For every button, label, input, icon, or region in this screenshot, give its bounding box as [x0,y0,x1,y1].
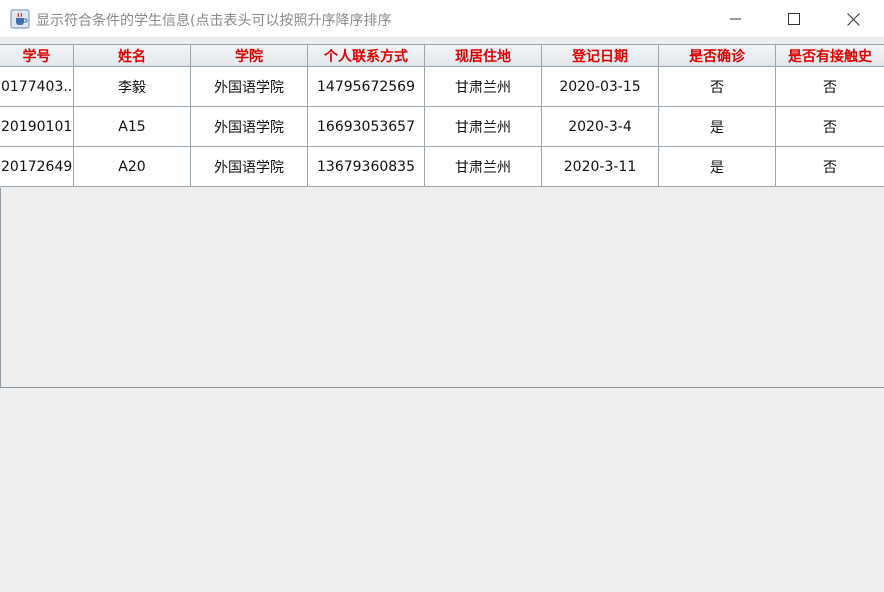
cell-confirmed[interactable]: 是 [659,147,776,187]
cell-name[interactable]: 李毅 [74,67,191,107]
cell-register-date[interactable]: 2020-3-11 [542,147,659,187]
cell-residence[interactable]: 甘肃兰州 [425,107,542,147]
column-header-confirmed[interactable]: 是否确诊 [659,44,776,67]
cell-contact[interactable]: 14795672569 [308,67,425,107]
cell-contact-history[interactable]: 否 [776,147,884,187]
minimize-icon [730,13,742,25]
column-header-student-id[interactable]: 学号 [0,44,74,67]
minimize-button[interactable] [707,0,765,38]
table-row[interactable]: 20190101 A15 外国语学院 16693053657 甘肃兰州 2020… [0,107,884,147]
cell-name[interactable]: A20 [74,147,191,187]
column-header-register-date[interactable]: 登记日期 [542,44,659,67]
cell-register-date[interactable]: 2020-3-4 [542,107,659,147]
table-row[interactable]: 20172649 A20 外国语学院 13679360835 甘肃兰州 2020… [0,147,884,187]
table-row[interactable]: 0177403... 李毅 外国语学院 14795672569 甘肃兰州 202… [0,67,884,107]
close-icon [847,12,860,26]
panel-left-border [0,188,1,388]
cell-student-id[interactable]: 20190101 [0,107,74,147]
maximize-button[interactable] [765,0,823,38]
column-header-name[interactable]: 姓名 [74,44,191,67]
content-area: 学号 姓名 学院 个人联系方式 现居住地 登记日期 是否确诊 是否有接触史 01… [0,38,884,592]
cell-contact-history[interactable]: 否 [776,107,884,147]
lower-panel [0,389,884,592]
close-button[interactable] [823,0,884,38]
cell-contact[interactable]: 13679360835 [308,147,425,187]
column-header-college[interactable]: 学院 [191,44,308,67]
table-header: 学号 姓名 学院 个人联系方式 现居住地 登记日期 是否确诊 是否有接触史 [0,44,884,67]
column-header-residence[interactable]: 现居住地 [425,44,542,67]
cell-contact[interactable]: 16693053657 [308,107,425,147]
window-title: 显示符合条件的学生信息(点击表头可以按照升序降序排序 [36,13,392,29]
maximize-icon [788,13,800,25]
cell-college[interactable]: 外国语学院 [191,107,308,147]
cell-residence[interactable]: 甘肃兰州 [425,67,542,107]
table-body: 0177403... 李毅 外国语学院 14795672569 甘肃兰州 202… [0,67,884,187]
cell-college[interactable]: 外国语学院 [191,67,308,107]
cell-residence[interactable]: 甘肃兰州 [425,147,542,187]
title-bar: 显示符合条件的学生信息(点击表头可以按照升序降序排序 [0,0,884,38]
cell-name[interactable]: A15 [74,107,191,147]
cell-student-id[interactable]: 20172649 [0,147,74,187]
column-header-contact[interactable]: 个人联系方式 [308,44,425,67]
column-header-contact-history[interactable]: 是否有接触史 [776,44,884,67]
cell-contact-history[interactable]: 否 [776,67,884,107]
cell-register-date[interactable]: 2020-03-15 [542,67,659,107]
cell-student-id[interactable]: 0177403... [0,67,74,107]
cell-confirmed[interactable]: 是 [659,107,776,147]
table-scroll-pane: 学号 姓名 学院 个人联系方式 现居住地 登记日期 是否确诊 是否有接触史 01… [0,38,884,388]
cell-college[interactable]: 外国语学院 [191,147,308,187]
java-cup-icon[interactable] [10,9,30,29]
cell-confirmed[interactable]: 否 [659,67,776,107]
